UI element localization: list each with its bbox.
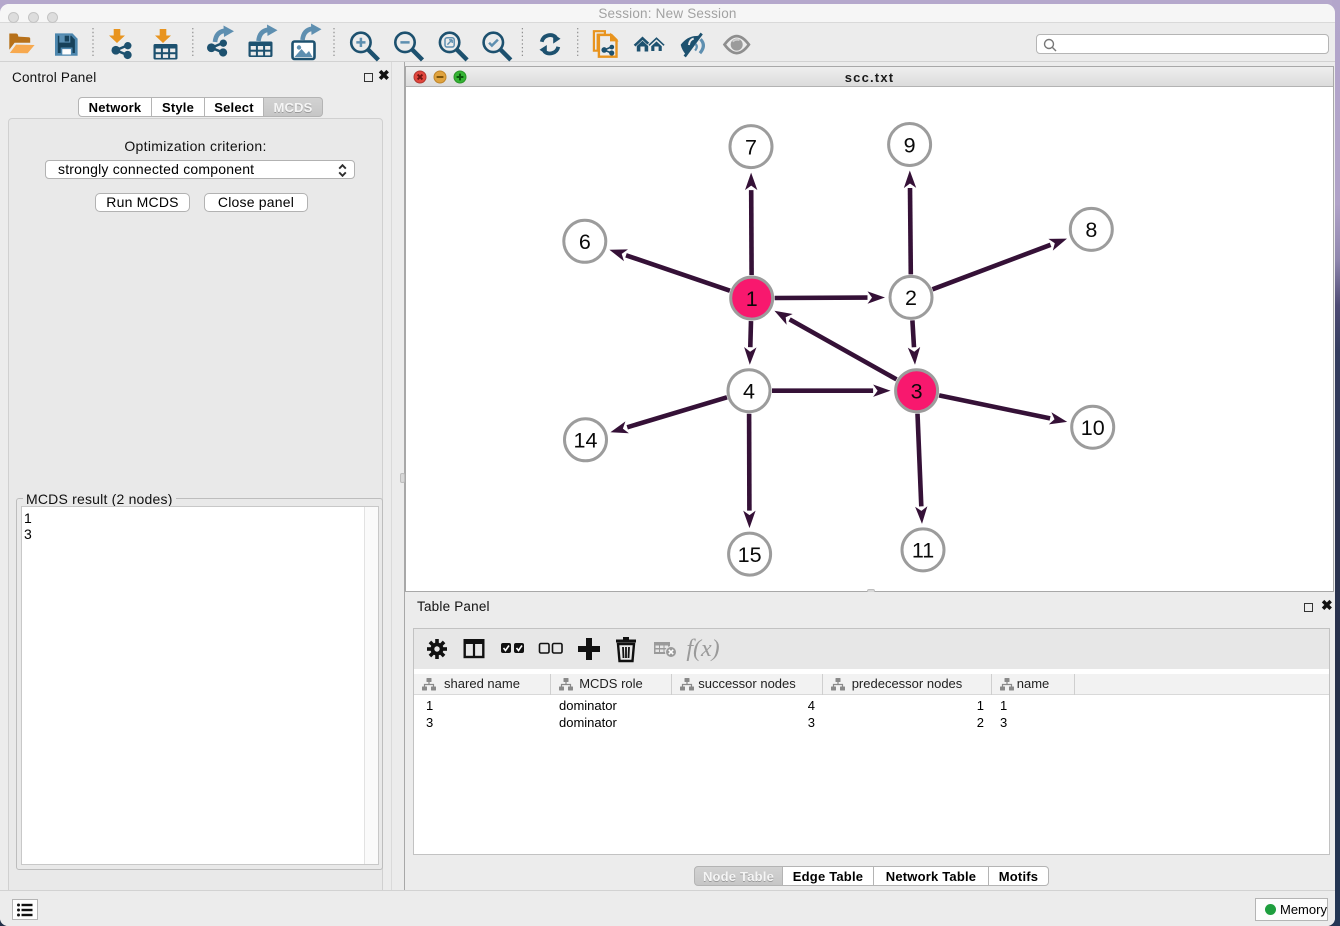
svg-text:14: 14 — [574, 429, 598, 453]
svg-text:15: 15 — [738, 543, 762, 567]
svg-text:6: 6 — [579, 230, 591, 254]
svg-text:1: 1 — [746, 287, 758, 311]
svg-text:10: 10 — [1081, 416, 1105, 440]
svg-text:4: 4 — [743, 380, 755, 404]
svg-text:8: 8 — [1085, 218, 1097, 242]
svg-text:9: 9 — [904, 133, 916, 157]
svg-text:3: 3 — [911, 380, 923, 404]
svg-text:2: 2 — [905, 286, 917, 310]
svg-text:11: 11 — [912, 539, 934, 563]
svg-text:7: 7 — [745, 135, 757, 159]
svg-text:f(x): f(x) — [686, 636, 719, 662]
